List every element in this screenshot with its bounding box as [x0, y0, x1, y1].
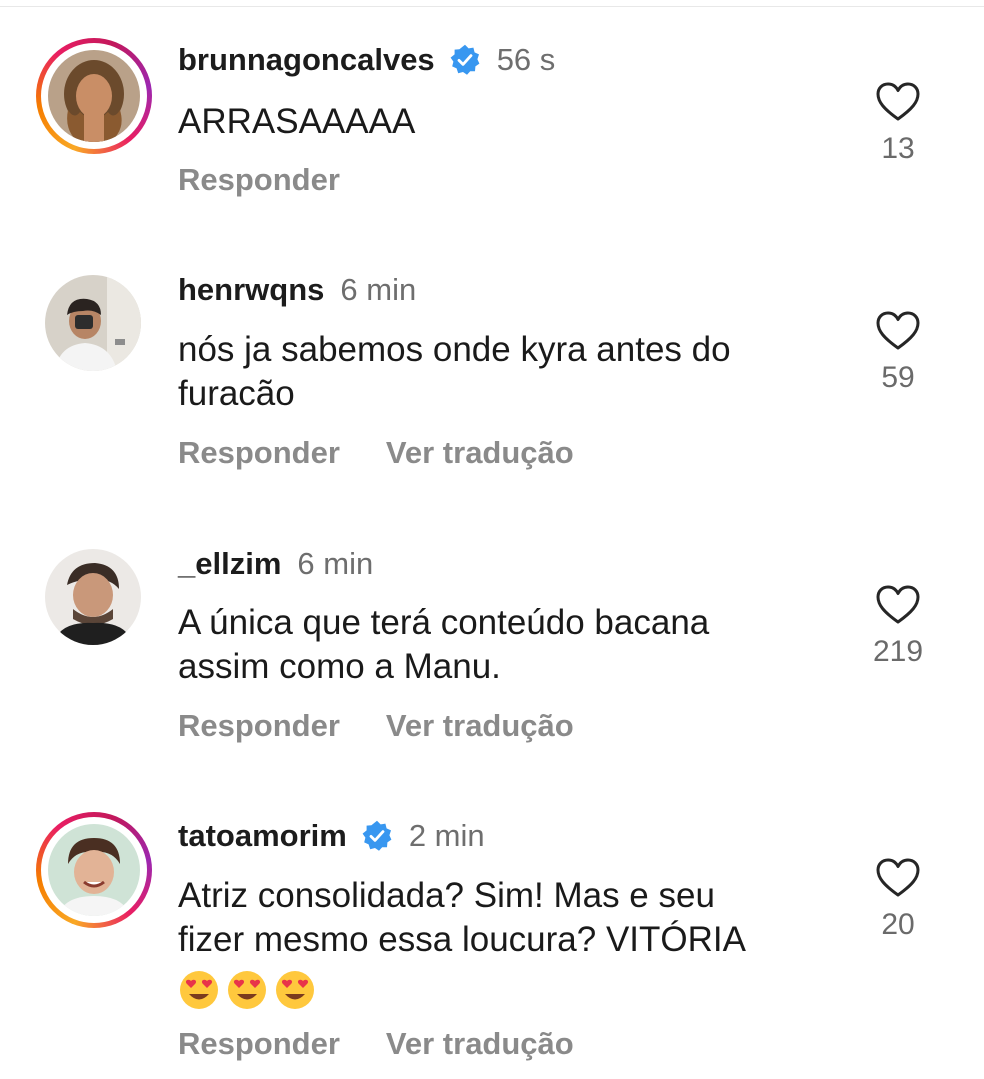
top-divider [0, 6, 984, 7]
comment-time: 6 min [297, 546, 374, 581]
comment-username[interactable]: brunnagoncalves [178, 42, 435, 78]
comment-username[interactable]: henrwqns [178, 272, 324, 308]
comment-username[interactable]: _ellzim [178, 546, 281, 582]
avatar-story-ring[interactable] [36, 812, 152, 928]
translate-button[interactable]: Ver tradução [386, 435, 574, 471]
comment-time: 6 min [340, 272, 417, 307]
heart-icon[interactable] [876, 585, 920, 625]
like-count: 20 [881, 908, 915, 941]
comment-time: 2 min [408, 818, 485, 853]
comment-text: ARRASAAAAA [178, 102, 416, 141]
like-count: 219 [872, 635, 924, 668]
translate-button[interactable]: Ver tradução [386, 1026, 574, 1062]
avatar-story-ring[interactable] [36, 38, 152, 154]
avatar[interactable] [45, 275, 141, 371]
comment-username[interactable]: tatoamorim [178, 818, 347, 854]
like-count: 13 [881, 132, 915, 165]
avatar[interactable] [48, 824, 140, 916]
heart-icon[interactable] [876, 82, 920, 122]
reply-button[interactable]: Responder [178, 162, 340, 198]
heart-icon[interactable] [876, 858, 920, 898]
reply-button[interactable]: Responder [178, 435, 340, 471]
heart-eyes-emoji [276, 970, 314, 1009]
verified-badge-icon [362, 820, 392, 851]
translate-button[interactable]: Ver tradução [386, 708, 574, 744]
verified-badge-icon [450, 44, 480, 75]
comment-text: nós ja sabemos onde kyra antes do furacã… [178, 330, 731, 413]
comment-text: A única que terá conteúdo bacana assim c… [178, 603, 710, 686]
emoji-row [178, 966, 818, 1011]
reply-button[interactable]: Responder [178, 708, 340, 744]
avatar[interactable] [45, 549, 141, 645]
heart-eyes-emoji [180, 970, 218, 1009]
avatar[interactable] [48, 50, 140, 142]
heart-icon[interactable] [876, 311, 920, 351]
comment-time: 56 s [496, 42, 556, 77]
heart-eyes-emoji [228, 970, 266, 1009]
reply-button[interactable]: Responder [178, 1026, 340, 1062]
comment-text: Atriz consolidada? Sim! Mas e seu fizer … [178, 874, 818, 1011]
like-count: 59 [881, 361, 915, 394]
